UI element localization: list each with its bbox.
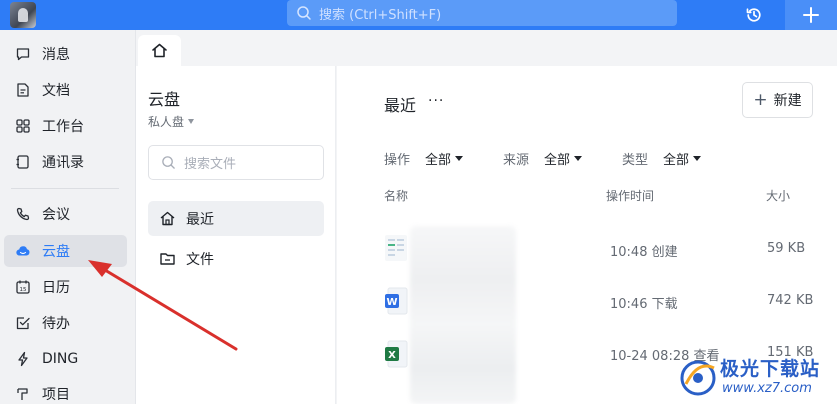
column-header-name[interactable]: 名称: [384, 187, 408, 204]
search-icon: [297, 6, 311, 20]
watermark-url: www.xz7.com: [722, 381, 812, 396]
svg-text:15: 15: [20, 287, 27, 293]
sidebar-item-calendar[interactable]: 15 日历: [4, 271, 127, 303]
svg-text:X: X: [388, 350, 396, 361]
row-size: 59 KB: [767, 241, 806, 256]
contacts-icon: [16, 155, 29, 169]
svg-text:W: W: [386, 297, 397, 308]
sheet-file-icon: [385, 235, 407, 261]
drive-nav-files[interactable]: 文件: [148, 241, 324, 276]
file-search-placeholder: 搜索文件: [184, 157, 237, 172]
sidebar-item-label: 云盘: [42, 244, 70, 260]
history-button[interactable]: [728, 0, 780, 30]
drive-selector[interactable]: 私人盘: [148, 113, 195, 130]
todo-icon: [16, 317, 30, 330]
sidebar-item-cloud-drive[interactable]: 云盘: [4, 235, 127, 267]
sidebar-item-label: 工作台: [42, 119, 84, 135]
plus-icon: +: [753, 89, 768, 110]
filter-value: 全部: [663, 153, 690, 168]
sidebar-item-label: 通讯录: [42, 155, 84, 171]
row-time: 10:48 创建: [610, 245, 678, 260]
filter-source-label: 来源: [503, 153, 530, 168]
sidebar-item-project[interactable]: 项目: [4, 378, 127, 404]
drive-selector-label: 私人盘: [148, 115, 185, 129]
more-options-icon[interactable]: ···: [428, 93, 444, 109]
sidebar-item-label: 消息: [42, 47, 70, 63]
history-icon: [746, 8, 761, 22]
sidebar-divider: [11, 188, 119, 189]
caret-down-icon: [188, 119, 195, 124]
sidebar-item-label: 会议: [42, 207, 70, 223]
sidebar-item-label: 文档: [42, 83, 70, 99]
new-button-label: 新建: [773, 93, 802, 109]
create-button[interactable]: [785, 0, 837, 30]
row-time: 10:46 下载: [610, 297, 678, 312]
home-icon: [152, 43, 167, 58]
plus-icon: [803, 7, 819, 23]
filter-source-dropdown[interactable]: 全部: [544, 149, 583, 168]
folder-icon: [160, 253, 175, 265]
file-search-input[interactable]: 搜索文件: [148, 145, 324, 180]
calendar-icon: 15: [16, 280, 30, 294]
caret-down-icon: [574, 156, 583, 161]
sidebar-item-contacts[interactable]: 通讯录: [4, 146, 127, 178]
search-icon: [162, 156, 175, 169]
sidebar-item-label: 日历: [42, 280, 70, 296]
sidebar-item-messages[interactable]: 消息: [4, 38, 127, 70]
meeting-icon: [16, 207, 30, 221]
drive-nav-label: 文件: [186, 251, 214, 268]
tab-home[interactable]: [138, 35, 181, 66]
user-avatar[interactable]: [10, 2, 36, 28]
sidebar-item-label: 待办: [42, 316, 70, 332]
top-bar: 搜索 (Ctrl+Shift+F): [0, 0, 837, 30]
sidebar-item-todo[interactable]: 待办: [4, 307, 127, 339]
caret-down-icon: [693, 156, 702, 161]
filter-type-label: 类型: [622, 153, 649, 168]
row-size: 742 KB: [767, 293, 814, 308]
tab-strip: [136, 30, 837, 66]
caret-down-icon: [455, 156, 464, 161]
workbench-icon: [16, 119, 30, 133]
sidebar-item-meeting[interactable]: 会议: [4, 198, 127, 230]
drive-nav-label: 最近: [186, 211, 214, 228]
sidebar-item-workbench[interactable]: 工作台: [4, 110, 127, 142]
sidebar-item-label: DING: [42, 351, 79, 367]
project-icon: [17, 388, 28, 400]
watermark-title: 极光下载站: [720, 358, 821, 380]
sidebar-item-docs[interactable]: 文档: [4, 74, 127, 106]
new-button[interactable]: + 新建: [742, 82, 813, 118]
filter-type-dropdown[interactable]: 全部: [663, 149, 702, 168]
column-header-size[interactable]: 大小: [766, 187, 790, 204]
home-outline-icon: [160, 211, 175, 226]
filter-value: 全部: [425, 153, 452, 168]
cloud-icon: [16, 246, 30, 256]
column-header-time[interactable]: 操作时间: [606, 187, 654, 204]
blurred-file-names: [410, 226, 516, 404]
page-title: 最近: [384, 96, 417, 115]
drive-nav-recent[interactable]: 最近: [148, 201, 324, 236]
message-icon: [16, 48, 30, 61]
sidebar-item-ding[interactable]: DING: [4, 343, 127, 375]
sidebar-item-label: 项目: [42, 387, 70, 403]
word-file-icon: W: [385, 287, 408, 315]
filter-value: 全部: [544, 153, 571, 168]
global-search-input[interactable]: 搜索 (Ctrl+Shift+F): [287, 0, 677, 26]
excel-file-icon: X: [385, 340, 408, 368]
document-icon: [17, 83, 29, 97]
search-placeholder: 搜索 (Ctrl+Shift+F): [319, 7, 442, 23]
drive-title: 云盘: [148, 90, 181, 109]
ding-icon: [18, 351, 28, 367]
filter-operation-dropdown[interactable]: 全部: [425, 149, 464, 168]
filter-operation-label: 操作: [384, 153, 411, 168]
